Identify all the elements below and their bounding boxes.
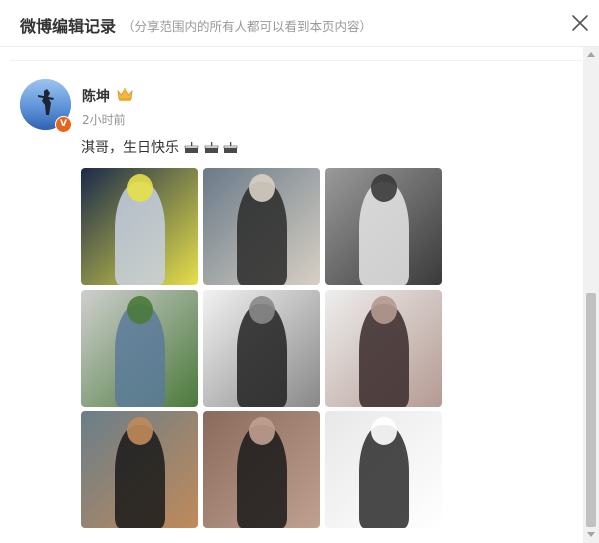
scrollbar[interactable] bbox=[583, 47, 599, 543]
post-time[interactable]: 2小时前 bbox=[82, 111, 126, 128]
photo-subject-head bbox=[371, 174, 397, 202]
post-text-content: 淇哥，生日快乐 bbox=[81, 140, 179, 156]
dialog-header: 微博编辑记录 （分享范围内的所有人都可以看到本页内容） bbox=[0, 0, 599, 47]
post-text: 淇哥，生日快乐 bbox=[81, 137, 238, 158]
edit-history-dialog: 微博编辑记录 （分享范围内的所有人都可以看到本页内容） V 陈坤 2小时前 淇哥… bbox=[0, 0, 599, 543]
username[interactable]: 陈坤 bbox=[82, 86, 110, 106]
photo-subject-head bbox=[249, 296, 275, 324]
photo-thumbnail[interactable] bbox=[203, 168, 320, 285]
photo-thumbnail[interactable] bbox=[325, 290, 442, 407]
divider bbox=[10, 60, 582, 61]
scroll-up-arrow-icon[interactable] bbox=[587, 52, 595, 57]
cake-icon bbox=[204, 142, 219, 153]
photo-subject-head bbox=[127, 174, 153, 202]
photo-thumbnail[interactable] bbox=[325, 411, 442, 528]
emoji-group bbox=[184, 140, 238, 158]
photo-thumbnail[interactable] bbox=[203, 411, 320, 528]
photo-subject-head bbox=[127, 417, 153, 445]
photo-subject-head bbox=[371, 417, 397, 445]
photo-thumbnail[interactable] bbox=[81, 411, 198, 528]
cake-icon bbox=[224, 142, 238, 153]
photo-subject-head bbox=[127, 296, 153, 324]
scrollbar-thumb[interactable] bbox=[586, 293, 596, 527]
photo-thumbnail[interactable] bbox=[203, 290, 320, 407]
photo-thumbnail[interactable] bbox=[81, 290, 198, 407]
photo-thumbnail[interactable] bbox=[325, 168, 442, 285]
photo-thumbnail[interactable] bbox=[81, 168, 198, 285]
photo-subject-head bbox=[249, 174, 275, 202]
crown-icon bbox=[117, 87, 133, 101]
dialog-subtitle: （分享范围内的所有人都可以看到本页内容） bbox=[122, 19, 373, 34]
close-icon bbox=[572, 15, 588, 31]
cake-icon bbox=[185, 142, 199, 153]
photo-subject-head bbox=[371, 296, 397, 324]
verified-v-icon: V bbox=[55, 116, 72, 133]
close-button[interactable] bbox=[570, 13, 590, 33]
scroll-down-arrow-icon[interactable] bbox=[587, 532, 595, 537]
dialog-title: 微博编辑记录 bbox=[20, 17, 117, 36]
photo-subject-head bbox=[249, 417, 275, 445]
